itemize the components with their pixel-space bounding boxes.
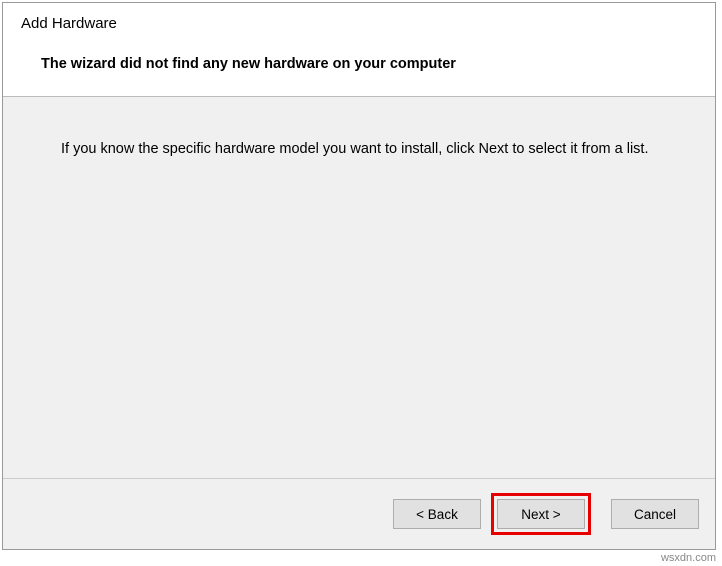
watermark-text: wsxdn.com: [661, 552, 716, 564]
dialog-footer: < Back Next > Cancel: [3, 478, 715, 549]
add-hardware-dialog: Add Hardware The wizard did not find any…: [2, 2, 716, 550]
dialog-content: If you know the specific hardware model …: [3, 97, 715, 478]
dialog-title: Add Hardware: [21, 15, 697, 32]
next-button[interactable]: Next >: [497, 499, 585, 529]
dialog-subtitle: The wizard did not find any new hardware…: [41, 56, 697, 72]
next-button-highlight: Next >: [491, 493, 591, 535]
back-button[interactable]: < Back: [393, 499, 481, 529]
cancel-button[interactable]: Cancel: [611, 499, 699, 529]
dialog-header: Add Hardware The wizard did not find any…: [3, 3, 715, 97]
instruction-text: If you know the specific hardware model …: [61, 141, 665, 157]
